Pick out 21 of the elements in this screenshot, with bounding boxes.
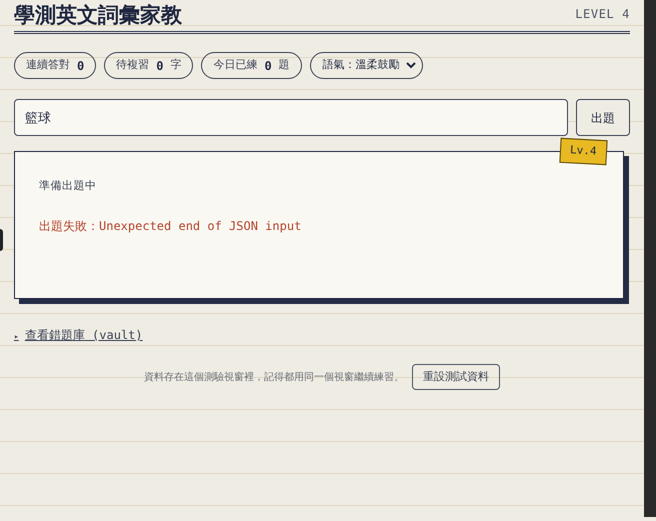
app-title: 學測英文詞彙家教 [14, 4, 182, 25]
footer-note: 資料存在這個測驗視窗裡，記得都用同一個視窗繼續練習。 [144, 370, 404, 384]
stat-label: 待複習 [116, 57, 150, 74]
level-badge: Lv.4 [558, 138, 607, 165]
error-message: 出題失敗：Unexpected end of JSON input [39, 218, 302, 234]
side-tab[interactable] [0, 229, 3, 251]
stat-unit: 題 [278, 57, 290, 74]
stat-label: 連續答對 [26, 57, 70, 74]
stat-value: 0 [77, 58, 84, 74]
stat-value: 0 [156, 58, 164, 74]
chevron-down-icon [406, 62, 416, 69]
status-text: 準備出題中 [39, 178, 98, 194]
reset-button[interactable]: 重設測試資料 [412, 364, 500, 390]
topic-field[interactable]: 籃球 [14, 99, 568, 136]
level-label: LEVEL 4 [575, 6, 630, 23]
stat-label: 今日已練 [213, 57, 258, 74]
scrollbar[interactable] [644, 0, 656, 517]
generate-button[interactable]: 出題 [576, 99, 630, 136]
stat-unit: 字 [170, 57, 182, 74]
stat-value: 0 [264, 58, 272, 74]
tone-select[interactable]: 語氣：溫柔鼓勵 [310, 52, 423, 79]
